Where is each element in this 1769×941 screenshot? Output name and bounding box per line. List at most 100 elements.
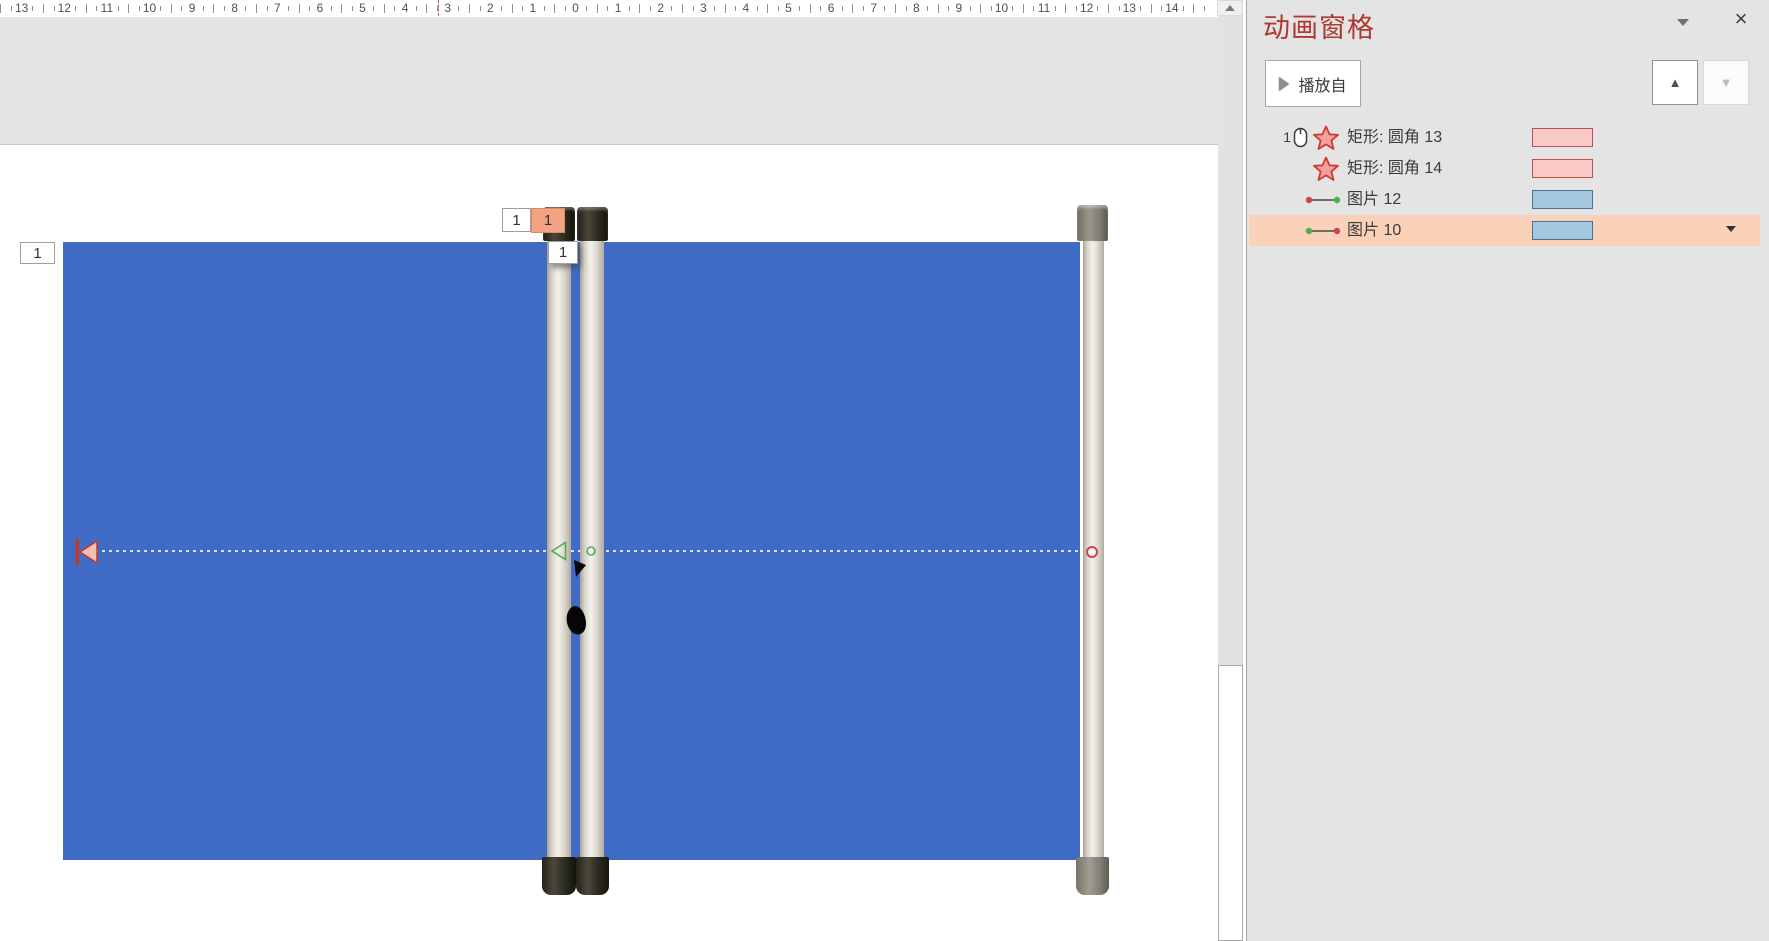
pole-right-tube[interactable] — [1083, 212, 1104, 874]
ruler-tick — [692, 6, 694, 11]
ruler-tick — [820, 6, 822, 11]
ruler-tick — [53, 6, 55, 11]
animation-target-label: 图片 12 — [1347, 191, 1402, 208]
ruler-tick — [43, 4, 44, 13]
row-dropdown-caret-icon[interactable] — [1726, 226, 1736, 232]
ruler-number: 2 — [657, 1, 665, 15]
animation-row-4[interactable]: 图片 10 — [1247, 215, 1769, 246]
ruler-tick — [809, 4, 811, 13]
pole-middle-top-cap — [577, 207, 608, 241]
ruler-tick — [777, 6, 779, 11]
ruler-number: 6 — [316, 1, 324, 15]
ruler-tick — [426, 4, 428, 13]
move-earlier-button[interactable]: ▲ — [1652, 60, 1698, 105]
ruler-tick — [1054, 6, 1056, 11]
scrollbar-up-button[interactable] — [1217, 0, 1243, 16]
ruler-tick — [554, 4, 556, 13]
ruler-tick — [415, 6, 417, 11]
ruler-number: 4 — [742, 1, 750, 15]
animation-seq-badge-selected[interactable]: 1 — [531, 208, 565, 233]
play-from-label: 播放自 — [1298, 77, 1347, 95]
ruler-tick — [500, 6, 502, 11]
ruler-tick — [1118, 6, 1120, 11]
ruler-tick — [469, 4, 470, 13]
ruler-tick — [309, 6, 311, 11]
ruler-tick — [607, 6, 609, 11]
animation-list: 1 矩形: 圆角 13 矩形: 圆角 14 图片 12 图片 10 — [1247, 122, 1769, 246]
pole-middle-foot — [576, 857, 609, 895]
ruler-tick — [479, 6, 481, 11]
ruler-tick — [266, 6, 268, 11]
ruler-number: 7 — [870, 1, 878, 15]
move-later-button[interactable]: ▼ — [1703, 60, 1749, 105]
ruler-tick — [224, 6, 226, 11]
ruler-number: 10 — [142, 1, 157, 15]
ruler-position-indicator — [438, 0, 439, 16]
ruler-tick — [671, 6, 673, 11]
canvas-background — [0, 17, 1218, 144]
ruler-tick — [437, 6, 439, 11]
ruler-tick — [852, 4, 854, 13]
ruler-tick — [298, 4, 300, 13]
close-icon[interactable]: × — [1727, 4, 1755, 34]
animation-order-number — [1275, 215, 1291, 246]
ruler-tick — [543, 6, 545, 11]
ruler-number: 0 — [572, 1, 579, 15]
ruler-tick — [32, 6, 34, 11]
ruler-tick — [128, 4, 130, 13]
pole-left-tube[interactable] — [547, 212, 571, 874]
animation-order-number — [1275, 184, 1291, 215]
animation-timing-bar[interactable] — [1532, 128, 1593, 147]
ruler-number: 1 — [614, 1, 622, 15]
ruler-tick — [117, 6, 119, 11]
ruler-number: 13 — [15, 1, 29, 15]
scrollbar-thumb[interactable] — [1218, 16, 1243, 665]
animation-seq-badge-shadowed[interactable]: 1 — [548, 241, 578, 264]
ruler-tick — [522, 6, 524, 11]
ruler-number: 9 — [188, 1, 196, 15]
animation-timing-bar[interactable] — [1532, 159, 1593, 178]
ruler-number: 12 — [1080, 1, 1094, 15]
motion-path-effect-icon — [1305, 227, 1341, 235]
slide-number-badge[interactable]: 1 — [20, 242, 55, 264]
animation-timing-bar[interactable] — [1532, 190, 1593, 209]
animation-row-3[interactable]: 图片 12 — [1247, 184, 1769, 215]
horizontal-ruler[interactable]: 13 12 11 10 9 8 7 6 5 4 3 2 1 0 1 2 3 4 5 6 7 8 9 10 11 12 13 14 — [0, 0, 1212, 17]
ruler-tick — [0, 4, 2, 13]
ruler-tick — [1033, 6, 1035, 11]
ruler-tick — [202, 6, 204, 11]
ruler-tick — [1065, 4, 1067, 13]
ruler-tick — [1150, 4, 1152, 13]
animation-order-number — [1275, 153, 1291, 184]
animation-timing-bar[interactable] — [1532, 221, 1593, 240]
play-icon — [1279, 76, 1290, 91]
chevron-down-icon[interactable] — [1671, 12, 1695, 32]
animation-row-1[interactable]: 1 矩形: 圆角 13 — [1247, 122, 1769, 153]
ruler-number: 12 — [57, 1, 71, 15]
ruler-tick — [969, 6, 971, 11]
ruler-tick — [383, 4, 385, 13]
ruler-number: 3 — [699, 1, 707, 15]
animation-seq-badge-white[interactable]: 1 — [502, 208, 531, 232]
triangle-up-icon — [1225, 5, 1235, 11]
animation-target-label: 图片 10 — [1347, 222, 1402, 239]
ruler-tick — [11, 6, 13, 11]
ruler-tick — [1012, 6, 1014, 11]
ruler-tick — [767, 4, 769, 13]
ruler-tick — [373, 6, 375, 11]
ruler-number: 14 — [1165, 1, 1179, 15]
ruler-tick — [160, 6, 162, 11]
scrollbar-track[interactable] — [1218, 665, 1243, 941]
ruler-tick — [74, 6, 76, 11]
animation-row-2[interactable]: 矩形: 圆角 14 — [1247, 153, 1769, 184]
play-from-button[interactable]: 播放自 — [1265, 60, 1361, 107]
ruler-tick — [394, 6, 396, 11]
pane-title: 动画窗格 — [1263, 13, 1375, 43]
ruler-tick — [170, 4, 172, 13]
ruler-number: 7 — [273, 1, 281, 15]
ruler-tick — [1097, 6, 1099, 11]
ruler-tick — [458, 6, 460, 11]
ruler-tick — [895, 4, 896, 13]
pole-middle-tube[interactable] — [580, 212, 604, 874]
pole-right-foot — [1076, 857, 1109, 895]
